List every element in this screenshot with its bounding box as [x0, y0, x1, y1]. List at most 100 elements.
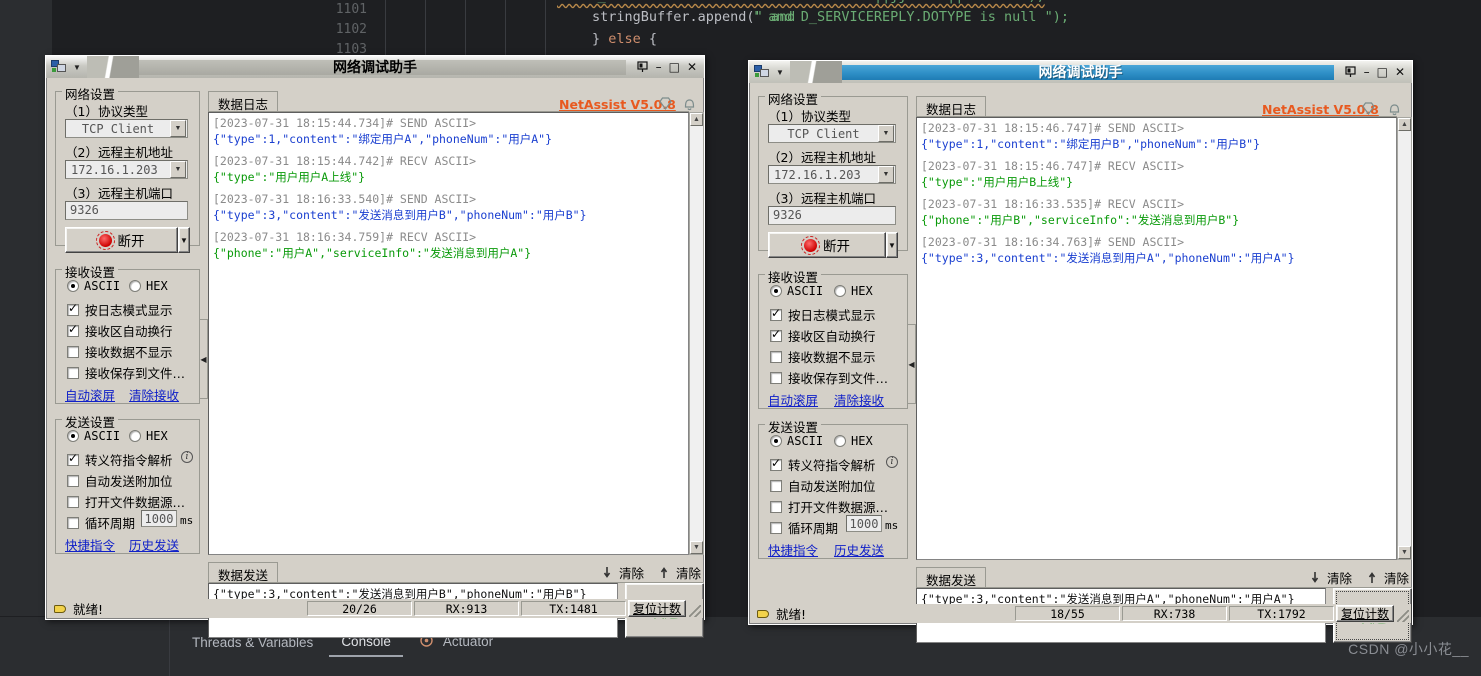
link-shortcut-commands[interactable]: 快捷指令 — [65, 535, 115, 554]
remote-host-combobox[interactable]: 172.16.1.203 ▼ — [768, 165, 896, 184]
recv-ascii-radio[interactable]: ASCII — [770, 284, 823, 298]
clear-log-button[interactable]: 清除 — [1368, 568, 1409, 587]
remote-port-input[interactable]: 9326 — [768, 206, 896, 225]
netassist-window-left[interactable]: ▼ 网络调试助手 – □ ✕ 网络设置 （1）协议类型 TCP Client ▼… — [45, 55, 705, 638]
data-log-box[interactable]: [2023-07-31 18:15:46.747]# SEND ASCII> {"… — [916, 117, 1397, 560]
tab-data-log[interactable]: 数据日志 — [916, 96, 987, 117]
loop-period-input[interactable]: 1000 — [846, 515, 882, 532]
recv-hex-radio[interactable]: HEX — [834, 284, 873, 298]
pane-splitter[interactable]: ◀ — [199, 319, 208, 399]
recv-save-to-file-checkbox[interactable]: 接收保存到文件… — [67, 363, 185, 382]
send-loop-period-checkbox[interactable]: 循环周期 — [67, 513, 135, 532]
chevron-down-icon[interactable]: ▼ — [73, 63, 81, 72]
recv-hex-radio[interactable]: HEX — [129, 279, 168, 293]
chevron-down-icon[interactable]: ▼ — [776, 68, 784, 77]
recv-save-to-file-checkbox[interactable]: 接收保存到文件… — [770, 368, 888, 387]
link-auto-scroll[interactable]: 自动滚屏 — [768, 390, 818, 409]
log-scrollbar[interactable]: ▲ ▼ — [1397, 117, 1412, 560]
data-log-box[interactable]: [2023-07-31 18:15:44.734]# SEND ASCII> {"… — [208, 112, 689, 555]
minimize-button[interactable]: – — [1364, 66, 1370, 78]
send-open-file-source-checkbox[interactable]: 打开文件数据源… — [770, 497, 888, 516]
checkbox-icon — [67, 366, 79, 379]
link-history-send[interactable]: 历史发送 — [129, 535, 179, 554]
connection-dropdown-button[interactable]: ▼ — [886, 232, 898, 258]
minimize-button[interactable]: – — [656, 61, 662, 73]
checkbox-icon — [67, 301, 79, 316]
tab-data-log[interactable]: 数据日志 — [208, 91, 279, 112]
recv-autowrap-checkbox[interactable]: 接收区自动换行 — [67, 321, 173, 340]
recv-hide-data-checkbox[interactable]: 接收数据不显示 — [67, 342, 173, 361]
info-icon[interactable]: i — [181, 451, 193, 463]
reset-label: 复位计数 — [633, 602, 682, 616]
send-hex-label: HEX — [146, 429, 168, 443]
log-scrollbar[interactable]: ▲ ▼ — [689, 112, 704, 555]
scroll-down-icon[interactable]: ▼ — [1398, 546, 1411, 559]
pin-icon[interactable] — [636, 60, 649, 75]
close-button[interactable]: ✕ — [1395, 66, 1405, 78]
send-escape-parse-checkbox[interactable]: 转义符指令解析 — [770, 455, 876, 474]
send-open-file-source-checkbox[interactable]: 打开文件数据源… — [67, 492, 185, 511]
disconnect-button[interactable]: 断开 — [768, 232, 886, 258]
info-icon[interactable]: i — [886, 456, 898, 468]
send-hex-radio[interactable]: HEX — [834, 434, 873, 448]
radio-dot-icon — [770, 435, 782, 447]
protocol-type-combobox[interactable]: TCP Client ▼ — [768, 124, 896, 143]
resize-grip-icon[interactable] — [689, 605, 701, 617]
send-auto-append-checkbox[interactable]: 自动发送附加位 — [67, 471, 173, 490]
chevron-down-icon[interactable]: ▼ — [170, 120, 186, 137]
send-ascii-label: ASCII — [787, 434, 824, 448]
send-ascii-radio[interactable]: ASCII — [67, 429, 120, 443]
link-shortcut-commands[interactable]: 快捷指令 — [768, 540, 818, 559]
resize-grip-icon[interactable] — [1397, 610, 1409, 622]
tab-data-send[interactable]: 数据发送 — [208, 562, 279, 583]
code-text: ' and D_SERVICEREPLY.DOTYPE is null "); — [752, 9, 1069, 25]
pin-icon[interactable] — [1344, 65, 1357, 80]
pane-splitter[interactable]: ◀ — [907, 324, 916, 404]
connection-dropdown-button[interactable]: ▼ — [178, 227, 190, 253]
recv-hide-data-checkbox[interactable]: 接收数据不显示 — [770, 347, 876, 366]
send-loop-period-checkbox[interactable]: 循环周期 — [770, 518, 838, 537]
chevron-down-icon[interactable]: ▼ — [878, 166, 894, 183]
title-bar[interactable]: ▼ 网络调试助手 – □ ✕ — [46, 56, 704, 78]
recv-ascii-label: ASCII — [787, 284, 824, 298]
reset-counter-button[interactable]: 复位计数 — [1336, 605, 1395, 622]
maximize-button[interactable]: □ — [1377, 66, 1388, 78]
app-icon — [754, 65, 770, 79]
send-auto-append-checkbox[interactable]: 自动发送附加位 — [770, 476, 876, 495]
tab-data-send[interactable]: 数据发送 — [916, 567, 987, 588]
status-ratio: 18/55 — [1015, 606, 1120, 621]
link-auto-scroll[interactable]: 自动滚屏 — [65, 385, 115, 404]
maximize-button[interactable]: □ — [669, 61, 680, 73]
recv-autowrap-checkbox[interactable]: 接收区自动换行 — [770, 326, 876, 345]
recv-log-mode-checkbox[interactable]: 按日志模式显示 — [770, 305, 876, 324]
title-bar[interactable]: ▼ 网络调试助手 – □ ✕ — [749, 61, 1412, 83]
scroll-up-icon[interactable]: ▲ — [690, 113, 703, 126]
recv-log-mode-checkbox[interactable]: 按日志模式显示 — [67, 300, 173, 319]
checkbox-icon — [770, 306, 782, 321]
remote-host-combobox[interactable]: 172.16.1.203 ▼ — [65, 160, 188, 179]
clear-log-button[interactable]: 清除 — [660, 563, 701, 582]
send-ascii-radio[interactable]: ASCII — [770, 434, 823, 448]
status-ready: 就绪! — [750, 604, 806, 623]
link-history-send[interactable]: 历史发送 — [834, 540, 884, 559]
disconnect-button[interactable]: 断开 — [65, 227, 178, 253]
close-button[interactable]: ✕ — [687, 61, 697, 73]
clear-send-button[interactable]: 清除 — [603, 563, 644, 582]
scroll-up-icon[interactable]: ▲ — [1398, 118, 1411, 131]
recv-ascii-radio[interactable]: ASCII — [67, 279, 120, 293]
reset-counter-button[interactable]: 复位计数 — [628, 600, 687, 617]
checkbox-icon — [770, 327, 782, 342]
loop-period-input[interactable]: 1000 — [141, 510, 177, 527]
chevron-down-icon[interactable]: ▼ — [878, 125, 894, 142]
link-clear-receive[interactable]: 清除接收 — [834, 390, 884, 409]
netassist-window-right[interactable]: ▼ 网络调试助手 – □ ✕ 网络设置 （1）协议类型 TCP Client ▼… — [748, 60, 1413, 643]
chevron-down-icon[interactable]: ▼ — [170, 161, 186, 178]
link-clear-receive[interactable]: 清除接收 — [129, 385, 179, 404]
remote-port-input[interactable]: 9326 — [65, 201, 188, 220]
scroll-down-icon[interactable]: ▼ — [690, 541, 703, 554]
clear-send-button[interactable]: 清除 — [1311, 568, 1352, 587]
loop-period-unit: ms — [180, 514, 194, 527]
send-hex-radio[interactable]: HEX — [129, 429, 168, 443]
send-escape-parse-checkbox[interactable]: 转义符指令解析 — [67, 450, 173, 469]
protocol-type-combobox[interactable]: TCP Client ▼ — [65, 119, 188, 138]
